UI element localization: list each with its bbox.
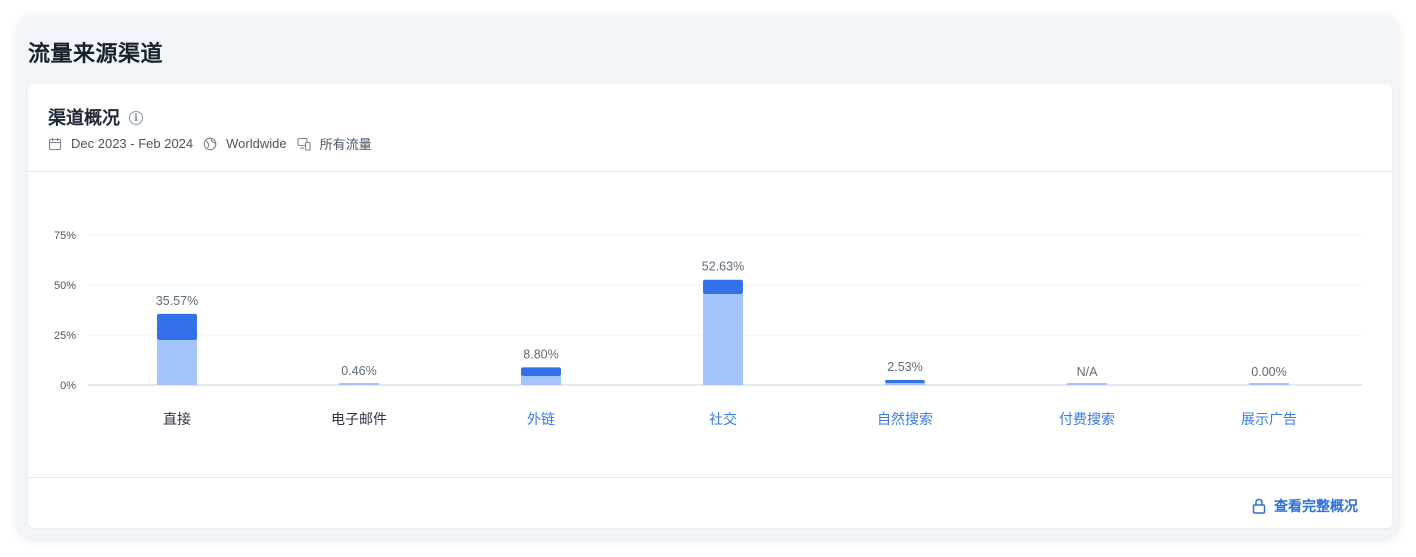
bar-value-label: 2.53% — [887, 360, 922, 374]
globe-icon — [203, 137, 217, 151]
bar-segment[interactable] — [885, 383, 925, 385]
traffic-sources-panel: 流量来源渠道 渠道概况 i Dec 2023 - Feb 2024 Worldw… — [18, 18, 1398, 539]
region: Worldwide — [226, 136, 287, 151]
bar-segment[interactable] — [339, 383, 379, 385]
y-tick-label: 0% — [60, 380, 76, 392]
category-label[interactable]: 社交 — [709, 409, 737, 429]
bar-segment[interactable] — [521, 367, 561, 376]
bar-segment[interactable] — [1067, 383, 1107, 385]
bar-segment[interactable] — [703, 294, 743, 385]
category-label[interactable]: 付费搜索 — [1059, 409, 1115, 429]
y-tick-label: 50% — [54, 280, 76, 292]
footer-divider — [28, 477, 1392, 478]
calendar-icon — [48, 137, 62, 151]
y-tick-label: 25% — [54, 330, 76, 342]
view-full-overview-label: 查看完整概况 — [1274, 498, 1358, 514]
card-title: 渠道概况 i — [48, 104, 143, 130]
date-range: Dec 2023 - Feb 2024 — [71, 136, 194, 151]
bar-value-label: 0.00% — [1251, 365, 1286, 379]
bar-value-label: 8.80% — [523, 347, 558, 361]
category-label[interactable]: 展示广告 — [1241, 409, 1297, 429]
bar-segment[interactable] — [703, 279, 743, 294]
bar-segment[interactable] — [157, 313, 197, 340]
channel-overview-card: 渠道概况 i Dec 2023 - Feb 2024 Worldwide 所有流… — [28, 84, 1392, 528]
traffic-type: 所有流量 — [319, 137, 372, 152]
devices-icon — [297, 137, 311, 151]
bar-segment[interactable] — [157, 340, 197, 385]
category-label: 电子邮件 — [331, 411, 387, 427]
bar-value-label: N/A — [1077, 365, 1099, 379]
category-label[interactable]: 外链 — [527, 409, 555, 429]
view-full-overview-link[interactable]: 查看完整概况 — [1252, 496, 1358, 516]
lock-icon — [1252, 498, 1266, 514]
bar-segment[interactable] — [885, 379, 925, 383]
panel-title: 流量来源渠道 — [28, 41, 164, 66]
category-label: 直接 — [163, 411, 191, 427]
meta-row: Dec 2023 - Feb 2024 Worldwide 所有流量 — [48, 134, 382, 153]
y-tick-label: 75% — [54, 230, 76, 242]
bar-segment[interactable] — [521, 376, 561, 385]
bar-value-label: 35.57% — [156, 294, 198, 308]
card-title-text: 渠道概况 — [48, 108, 120, 128]
bar-value-label: 52.63% — [702, 260, 744, 274]
info-icon[interactable]: i — [129, 111, 143, 125]
bar-segment[interactable] — [1249, 383, 1289, 385]
channel-bar-chart: 0% 25% 50% 75% 35.57% 0.46% 8.80% 52.63% 2.53% N/… — [28, 189, 1392, 459]
bar-value-label: 0.46% — [341, 364, 376, 378]
header-divider — [28, 171, 1392, 172]
category-label[interactable]: 自然搜索 — [877, 409, 933, 429]
